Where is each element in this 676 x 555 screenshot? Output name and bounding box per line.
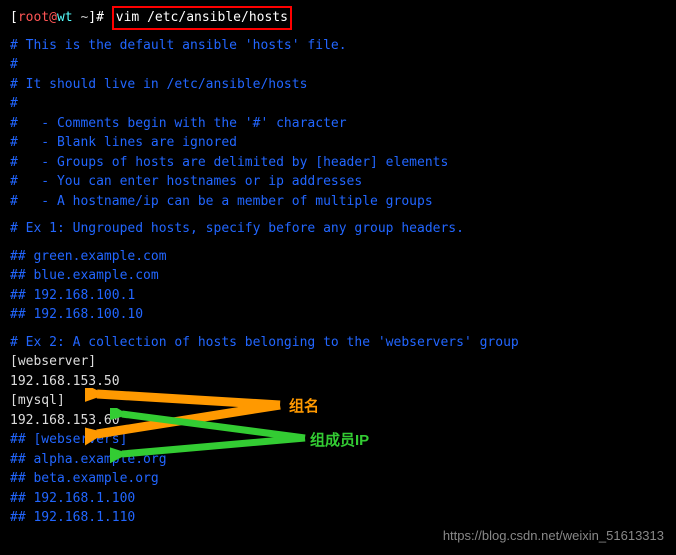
host-group: [webserver] bbox=[10, 352, 666, 372]
comment-line: # bbox=[10, 94, 666, 114]
command-highlight: vim /etc/ansible/hosts bbox=[112, 6, 292, 30]
comment-line: ## 192.168.100.1 bbox=[10, 286, 666, 306]
comment-line: ## beta.example.org bbox=[10, 469, 666, 489]
comment-line: # - A hostname/ip can be a member of mul… bbox=[10, 192, 666, 212]
comment-line: ## 192.168.1.100 bbox=[10, 489, 666, 509]
comment-line: # It should live in /etc/ansible/hosts bbox=[10, 75, 666, 95]
host-ip: 192.168.153.60 bbox=[10, 411, 666, 431]
comment-line: # - You can enter hostnames or ip addres… bbox=[10, 172, 666, 192]
bracket-open: [ bbox=[10, 10, 18, 25]
host-ip: 192.168.153.50 bbox=[10, 372, 666, 392]
comment-line: ## blue.example.com bbox=[10, 266, 666, 286]
comment-line: ## green.example.com bbox=[10, 247, 666, 267]
comment-line: # - Groups of hosts are delimited by [he… bbox=[10, 153, 666, 173]
watermark-text: https://blog.csdn.net/weixin_51613313 bbox=[443, 526, 664, 546]
comment-line: # Ex 1: Ungrouped hosts, specify before … bbox=[10, 219, 666, 239]
prompt-host: wt bbox=[57, 10, 73, 25]
host-group: [mysql] bbox=[10, 391, 666, 411]
comment-line: # This is the default ansible 'hosts' fi… bbox=[10, 36, 666, 56]
comment-line: # - Blank lines are ignored bbox=[10, 133, 666, 153]
terminal-output: [root@wt ~]# vim /etc/ansible/hosts # Th… bbox=[0, 0, 676, 534]
bracket-close: ] bbox=[88, 10, 96, 25]
comment-line: # - Comments begin with the '#' characte… bbox=[10, 114, 666, 134]
prompt-user: root bbox=[18, 10, 49, 25]
prompt-line: [root@wt ~]# vim /etc/ansible/hosts bbox=[10, 6, 666, 30]
prompt-at: @ bbox=[49, 10, 57, 25]
comment-line: # Ex 2: A collection of hosts belonging … bbox=[10, 333, 666, 353]
annotation-group-name: 组名 bbox=[289, 396, 319, 419]
prompt-hash: # bbox=[96, 10, 112, 25]
prompt-path: ~ bbox=[73, 10, 89, 25]
comment-line: # bbox=[10, 55, 666, 75]
annotation-member-ip: 组成员IP bbox=[310, 430, 369, 453]
comment-line: ## 192.168.100.10 bbox=[10, 305, 666, 325]
